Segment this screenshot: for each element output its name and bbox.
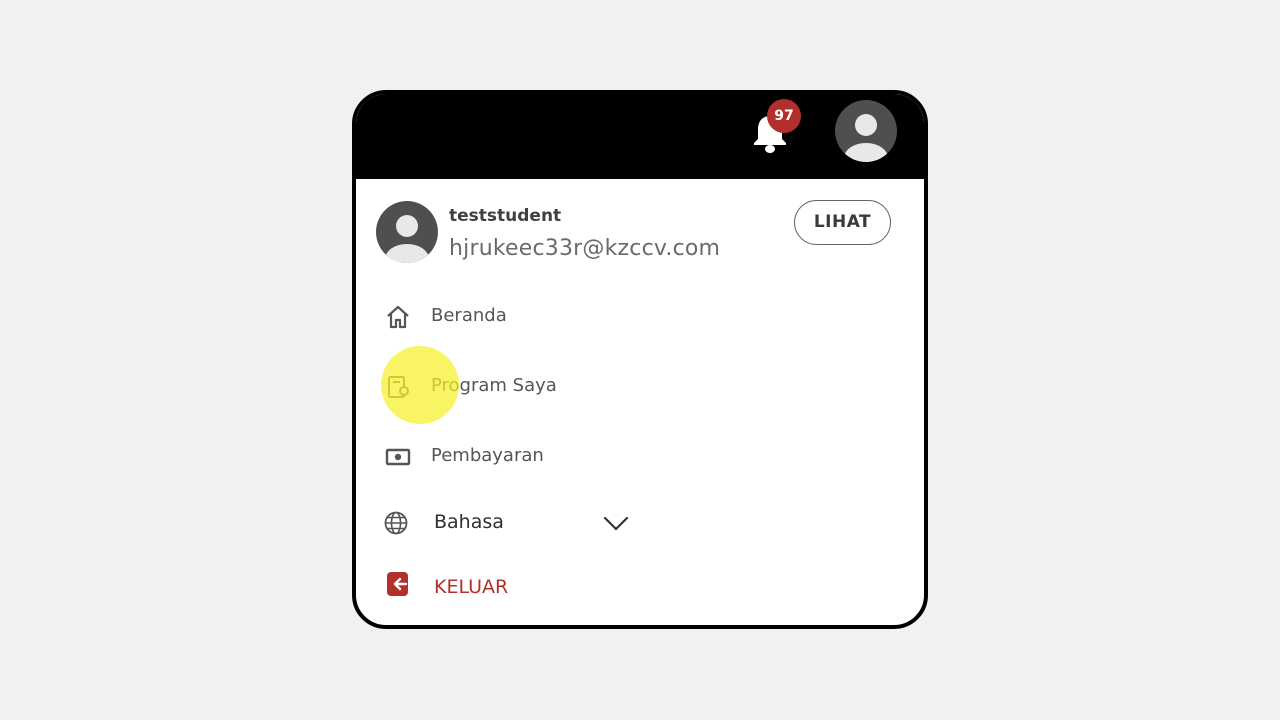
logout-icon xyxy=(387,572,408,596)
menu-item-label: Program Saya xyxy=(431,375,557,396)
notification-badge: 97 xyxy=(767,99,801,133)
chevron-down-icon[interactable] xyxy=(602,511,630,535)
mobile-frame: 97 teststudent hjrukeec33r@kzccv.com LIH… xyxy=(352,90,928,629)
logout-button[interactable]: KELUAR xyxy=(384,568,864,608)
logout-label: KELUAR xyxy=(434,576,509,598)
my-program-icon xyxy=(388,376,409,398)
top-avatar-icon[interactable] xyxy=(835,100,897,162)
language-label: Bahasa xyxy=(434,511,504,533)
menu-item-program-saya[interactable]: Program Saya xyxy=(384,367,864,407)
profile-email: hjrukeec33r@kzccv.com xyxy=(449,236,721,261)
menu-item-pembayaran[interactable]: Pembayaran xyxy=(384,437,864,477)
payment-icon xyxy=(385,448,411,466)
view-profile-button[interactable]: LIHAT xyxy=(794,200,891,245)
profile-avatar-icon xyxy=(376,201,438,263)
home-icon xyxy=(387,305,409,329)
language-selector[interactable]: Bahasa xyxy=(384,503,864,543)
menu-item-label: Pembayaran xyxy=(431,445,544,466)
menu-item-beranda[interactable]: Beranda xyxy=(384,297,864,337)
menu-item-label: Beranda xyxy=(431,305,507,326)
profile-username: teststudent xyxy=(449,206,562,226)
globe-icon xyxy=(384,511,408,535)
